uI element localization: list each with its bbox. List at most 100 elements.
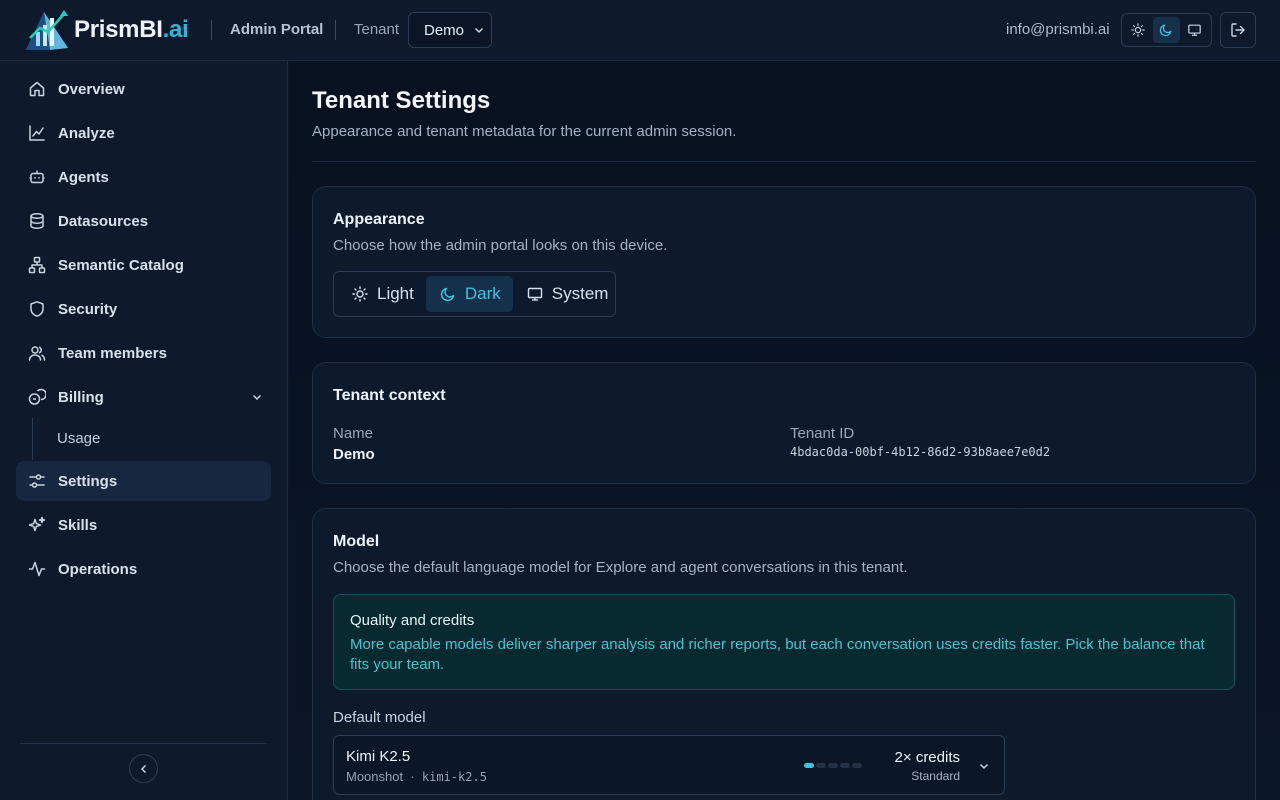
header-divider bbox=[211, 20, 212, 40]
sun-icon bbox=[1131, 23, 1145, 37]
page-divider bbox=[312, 161, 1256, 162]
tenant-id-value: 4bdac0da-00bf-4b12-86d2-93b8aee7e0d2 bbox=[790, 445, 1051, 459]
tenant-select[interactable]: Demo bbox=[408, 12, 492, 48]
appearance-system-button[interactable]: System bbox=[513, 276, 621, 312]
appearance-dark-button[interactable]: Dark bbox=[425, 276, 513, 312]
logo-text: PrismBI.ai bbox=[74, 16, 189, 43]
moon-icon bbox=[440, 287, 455, 302]
monitor-icon bbox=[1188, 24, 1202, 36]
theme-light-button[interactable] bbox=[1125, 17, 1151, 43]
network-icon bbox=[28, 256, 46, 274]
sidebar-item-label: Team members bbox=[58, 345, 167, 362]
appearance-option-label: Light bbox=[377, 284, 414, 303]
sparkles-icon bbox=[28, 516, 46, 532]
users-icon bbox=[28, 346, 46, 361]
model-credits: 2× credits bbox=[894, 749, 960, 766]
tenant-id-label: Tenant ID bbox=[790, 425, 855, 442]
sidebar-item-billing[interactable]: Billing bbox=[16, 377, 271, 417]
monitor-icon bbox=[527, 287, 542, 301]
cost-dot bbox=[816, 763, 826, 768]
model-provider: Moonshot bbox=[346, 769, 404, 784]
sidebar-item-label: Datasources bbox=[58, 213, 149, 230]
logo[interactable]: PrismBI.ai bbox=[24, 8, 189, 52]
line-chart-icon bbox=[29, 125, 45, 141]
prism-logo-icon bbox=[26, 10, 68, 50]
sidebar-subitem-usage[interactable]: Usage bbox=[57, 430, 100, 447]
sidebar-item-datasources[interactable]: Datasources bbox=[16, 201, 271, 241]
tenant-name-value: Demo bbox=[333, 446, 375, 463]
model-meta-separator: · bbox=[410, 769, 415, 784]
sidebar-item-semantic-catalog[interactable]: Semantic Catalog bbox=[16, 245, 271, 285]
sidebar-item-settings[interactable]: Settings bbox=[16, 461, 271, 501]
model-name: Kimi K2.5 bbox=[346, 748, 411, 765]
appearance-card: Appearance Choose how the admin portal l… bbox=[312, 186, 1256, 338]
sidebar-item-label: Semantic Catalog bbox=[58, 257, 184, 274]
cost-dot bbox=[828, 763, 838, 768]
default-model-select[interactable]: Kimi K2.5 Moonshot · kimi-k2.5 2× credit… bbox=[333, 735, 1005, 795]
sun-icon bbox=[352, 286, 368, 302]
sidebar-divider bbox=[20, 743, 267, 744]
sidebar-item-label: Agents bbox=[58, 169, 109, 186]
sidebar-item-label: Analyze bbox=[58, 125, 115, 142]
model-card: Model Choose the default language model … bbox=[312, 508, 1256, 800]
theme-toggle bbox=[1121, 13, 1212, 47]
sidebar-item-skills[interactable]: Skills bbox=[16, 505, 271, 545]
submenu-line bbox=[32, 418, 33, 460]
logout-icon bbox=[1231, 23, 1245, 37]
sidebar-item-security[interactable]: Security bbox=[16, 289, 271, 329]
appearance-title: Appearance bbox=[333, 211, 425, 228]
user-email: info@prismbi.ai bbox=[1006, 21, 1110, 38]
sidebar-item-agents[interactable]: Agents bbox=[16, 157, 271, 197]
page-subtitle: Appearance and tenant metadata for the c… bbox=[312, 123, 737, 140]
default-model-label: Default model bbox=[333, 709, 426, 726]
moon-icon bbox=[1160, 24, 1172, 37]
sliders-icon bbox=[29, 474, 45, 488]
model-title: Model bbox=[333, 533, 380, 550]
coins-icon bbox=[28, 388, 46, 405]
callout-title: Quality and credits bbox=[350, 612, 475, 629]
model-meta: Moonshot · kimi-k2.5 bbox=[346, 769, 487, 784]
cost-level-indicator bbox=[804, 763, 862, 768]
chevron-down-icon bbox=[252, 394, 262, 401]
theme-dark-button[interactable] bbox=[1153, 17, 1180, 43]
sidebar-item-label: Settings bbox=[58, 473, 118, 490]
sidebar-item-label: Skills bbox=[58, 517, 98, 534]
cost-dot bbox=[804, 763, 814, 768]
top-header: PrismBI.ai Admin Portal Tenant Demo info… bbox=[0, 0, 1280, 61]
tenant-context-title: Tenant context bbox=[333, 387, 446, 404]
chevron-down-icon bbox=[979, 763, 989, 770]
shield-icon bbox=[30, 301, 44, 317]
page-title: Tenant Settings bbox=[312, 87, 491, 114]
appearance-option-label: Dark bbox=[464, 284, 501, 303]
collapse-sidebar-button[interactable] bbox=[129, 754, 158, 783]
sidebar-item-overview[interactable]: Overview bbox=[16, 69, 271, 109]
sidebar-item-analyze[interactable]: Analyze bbox=[16, 113, 271, 153]
tenant-context-card: Tenant context Name Demo Tenant ID 4bdac… bbox=[312, 362, 1256, 484]
cost-dot bbox=[840, 763, 850, 768]
bot-icon bbox=[29, 170, 45, 184]
header-divider bbox=[335, 20, 336, 40]
theme-system-button[interactable] bbox=[1182, 17, 1208, 43]
callout-body: More capable models deliver sharper anal… bbox=[350, 636, 1205, 673]
model-tier: Standard bbox=[911, 769, 960, 783]
chevron-left-icon bbox=[140, 764, 146, 773]
cost-dot bbox=[852, 763, 862, 768]
sidebar-item-label: Billing bbox=[58, 389, 104, 406]
sidebar-item-operations[interactable]: Operations bbox=[16, 549, 271, 589]
sidebar-item-label: Overview bbox=[58, 81, 125, 98]
sidebar-item-label: Operations bbox=[58, 561, 138, 578]
database-icon bbox=[30, 213, 44, 229]
sidebar-item-team-members[interactable]: Team members bbox=[16, 333, 271, 373]
appearance-subtitle: Choose how the admin portal looks on thi… bbox=[333, 237, 668, 254]
main-content: Tenant Settings Appearance and tenant me… bbox=[289, 61, 1280, 800]
model-id: kimi-k2.5 bbox=[421, 770, 487, 784]
tenant-name-label: Name bbox=[333, 425, 374, 442]
appearance-light-button[interactable]: Light bbox=[338, 276, 426, 312]
logout-button[interactable] bbox=[1220, 12, 1256, 48]
theme-segmented-control: Light Dark System bbox=[333, 271, 616, 317]
tenant-select-value: Demo bbox=[424, 21, 465, 39]
quality-credits-callout: Quality and credits More capable models … bbox=[333, 594, 1235, 690]
portal-label: Admin Portal bbox=[230, 21, 324, 38]
model-subtitle: Choose the default language model for Ex… bbox=[333, 559, 908, 576]
chevron-down-icon bbox=[474, 27, 484, 34]
